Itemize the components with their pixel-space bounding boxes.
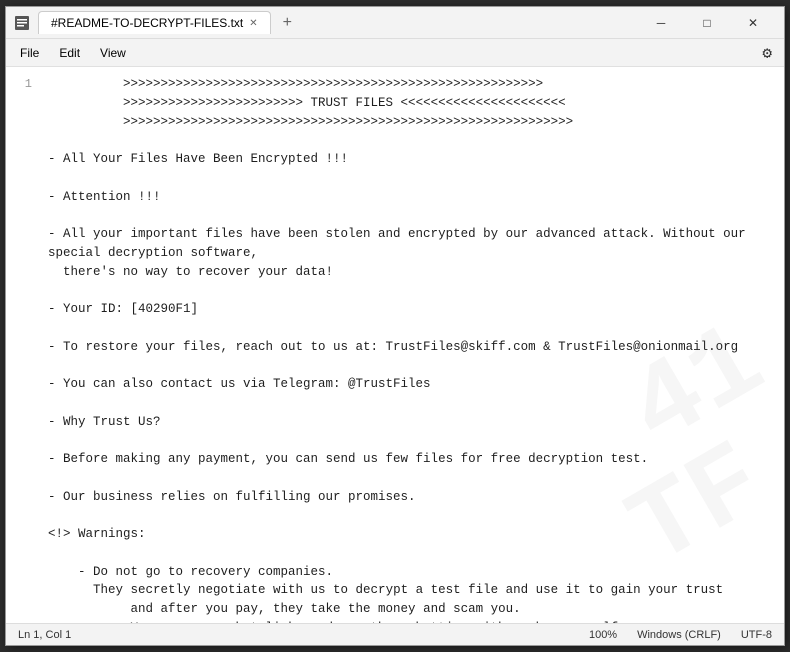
app-icon — [14, 15, 30, 31]
main-window: #README-TO-DECRYPT-FILES.txt ✕ + ─ □ ✕ F… — [5, 6, 785, 646]
tab-title: #README-TO-DECRYPT-FILES.txt — [51, 16, 243, 30]
titlebar: #README-TO-DECRYPT-FILES.txt ✕ + ─ □ ✕ — [6, 7, 784, 39]
statusbar: Ln 1, Col 1 100% Windows (CRLF) UTF-8 — [6, 623, 784, 645]
menu-view[interactable]: View — [90, 42, 136, 64]
content-area[interactable]: >>>>>>>>>>>>>>>>>>>>>>>>>>>>>>>>>>>>>>>>… — [36, 67, 784, 623]
line-ending: Windows (CRLF) — [637, 629, 721, 641]
cursor-position: Ln 1, Col 1 — [18, 629, 71, 641]
active-tab[interactable]: #README-TO-DECRYPT-FILES.txt ✕ — [38, 11, 271, 34]
maximize-button[interactable]: □ — [684, 7, 730, 39]
new-tab-button[interactable]: + — [279, 14, 296, 32]
settings-icon[interactable]: ⚙ — [754, 39, 780, 67]
encoding: UTF-8 — [741, 629, 772, 641]
tab-close-button[interactable]: ✕ — [249, 18, 257, 29]
file-content: >>>>>>>>>>>>>>>>>>>>>>>>>>>>>>>>>>>>>>>>… — [48, 75, 772, 623]
close-button[interactable]: ✕ — [730, 7, 776, 39]
line-numbers: 1 — [6, 67, 36, 623]
minimize-button[interactable]: ─ — [638, 7, 684, 39]
menubar: File Edit View ⚙ — [6, 39, 784, 67]
window-controls: ─ □ ✕ — [638, 7, 776, 39]
menu-file[interactable]: File — [10, 42, 49, 64]
statusbar-right: 100% Windows (CRLF) UTF-8 — [589, 629, 772, 641]
editor-area: 1 >>>>>>>>>>>>>>>>>>>>>>>>>>>>>>>>>>>>>>… — [6, 67, 784, 623]
menu-edit[interactable]: Edit — [49, 42, 90, 64]
titlebar-title: #README-TO-DECRYPT-FILES.txt ✕ + — [38, 11, 638, 34]
zoom-level: 100% — [589, 629, 617, 641]
